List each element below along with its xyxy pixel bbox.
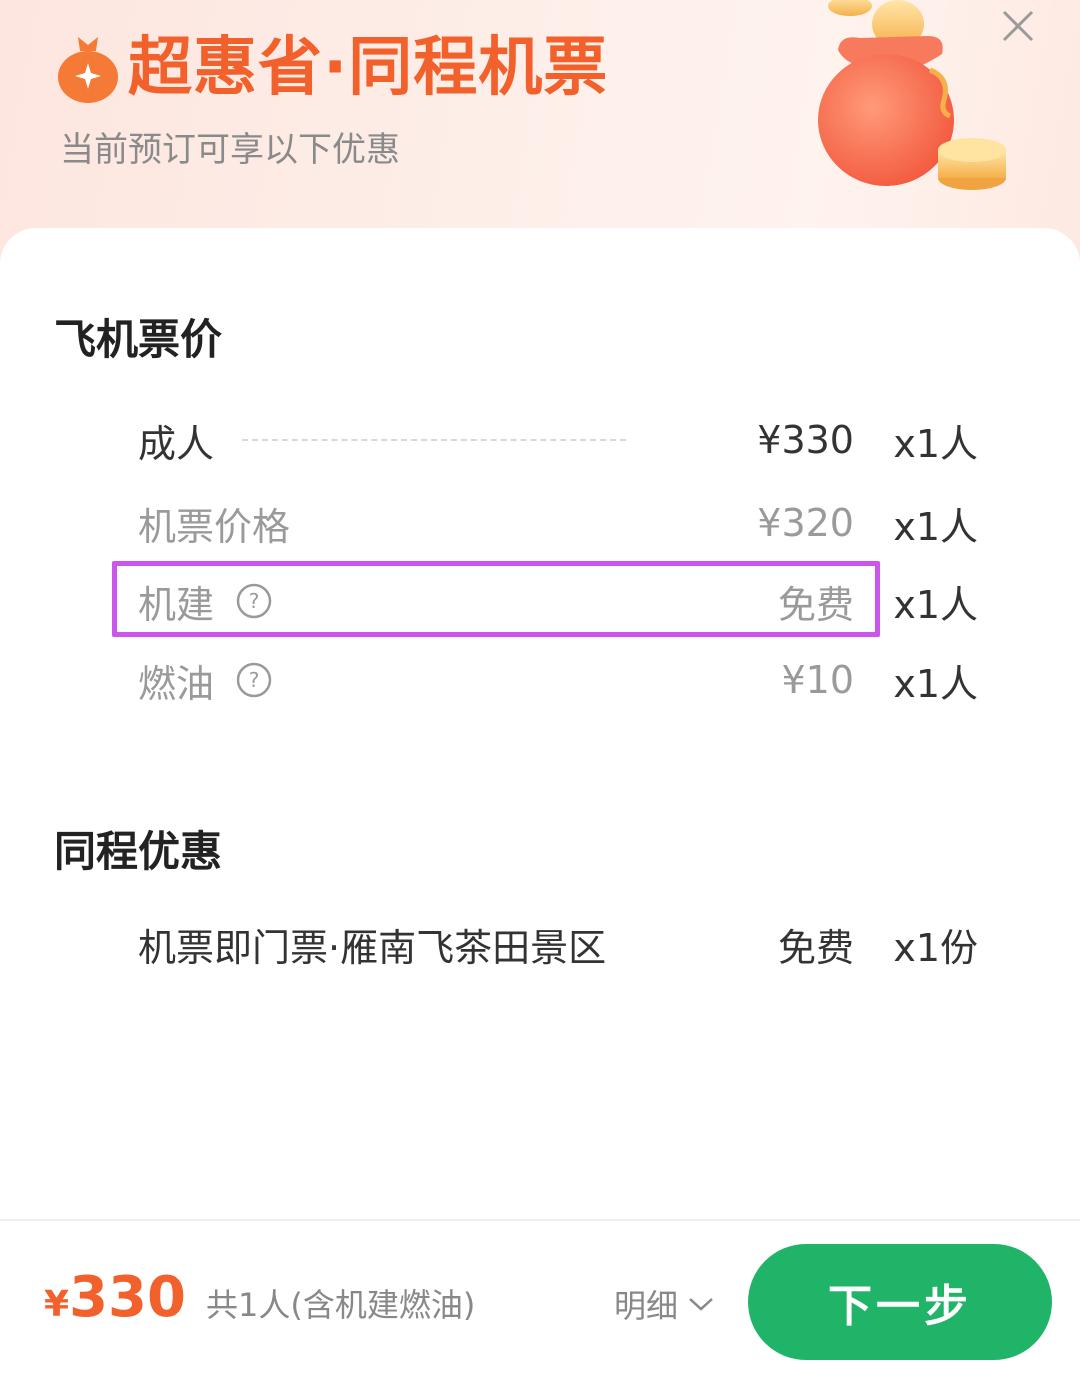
checkout-footer: ¥ 330 共1人(含机建燃油) 明细 下一步 [0, 1219, 1080, 1381]
promo-row: 机票即门票·雁南飞茶田景区 免费 x1份 [138, 914, 978, 974]
total-price: ¥ 330 共1人(含机建燃油) [44, 1265, 475, 1330]
fare-row-fuel: 燃油 ? ¥10 x1人 [138, 650, 978, 710]
total-note: 共1人(含机建燃油) [205, 1286, 476, 1324]
detail-label: 明细 [614, 1287, 679, 1325]
fare-row-price: ¥10 [781, 658, 854, 702]
close-icon [1002, 10, 1034, 42]
money-bag-logo-icon [56, 33, 120, 103]
header-subtitle: 当前预订可享以下优惠 [60, 130, 400, 170]
promo-row-qty: x1份 [893, 925, 978, 970]
fare-row-label: 燃油 [138, 661, 215, 706]
fare-row-qty: x1人 [893, 661, 978, 706]
close-button[interactable] [996, 4, 1040, 48]
fare-row-qty: x1人 [893, 421, 978, 466]
detail-toggle[interactable]: 明细 [614, 1281, 714, 1327]
help-icon[interactable]: ? [236, 662, 272, 698]
fare-row-price: ¥330 [757, 418, 854, 462]
fare-row-price: ¥320 [757, 501, 854, 545]
currency-symbol: ¥ [44, 1284, 70, 1325]
fare-card [0, 228, 1080, 1381]
fare-row-adult: 成人 ¥330 x1人 [138, 410, 978, 470]
fare-row-qty: x1人 [893, 504, 978, 549]
brand: 超惠省·同程机票 [56, 28, 608, 108]
promo-row-price: 免费 [777, 925, 854, 970]
fare-row-ticket-price: 机票价格 ¥320 x1人 [138, 493, 978, 553]
chevron-down-icon [689, 1298, 713, 1311]
brand-title: 超惠省·同程机票 [128, 31, 609, 105]
money-bag-illustration-icon [818, 0, 1006, 190]
next-step-button[interactable]: 下一步 [748, 1244, 1052, 1360]
dashed-leader [242, 439, 626, 441]
fare-row-label: 机票价格 [138, 504, 291, 549]
section-title-fare: 飞机票价 [54, 315, 223, 364]
total-amount: 330 [69, 1265, 186, 1330]
fare-row-label: 成人 [138, 421, 215, 466]
highlight-box [112, 561, 880, 637]
promo-row-label: 机票即门票·雁南飞茶田景区 [138, 925, 607, 970]
section-title-promo: 同程优惠 [54, 827, 223, 876]
svg-text:?: ? [249, 668, 260, 692]
